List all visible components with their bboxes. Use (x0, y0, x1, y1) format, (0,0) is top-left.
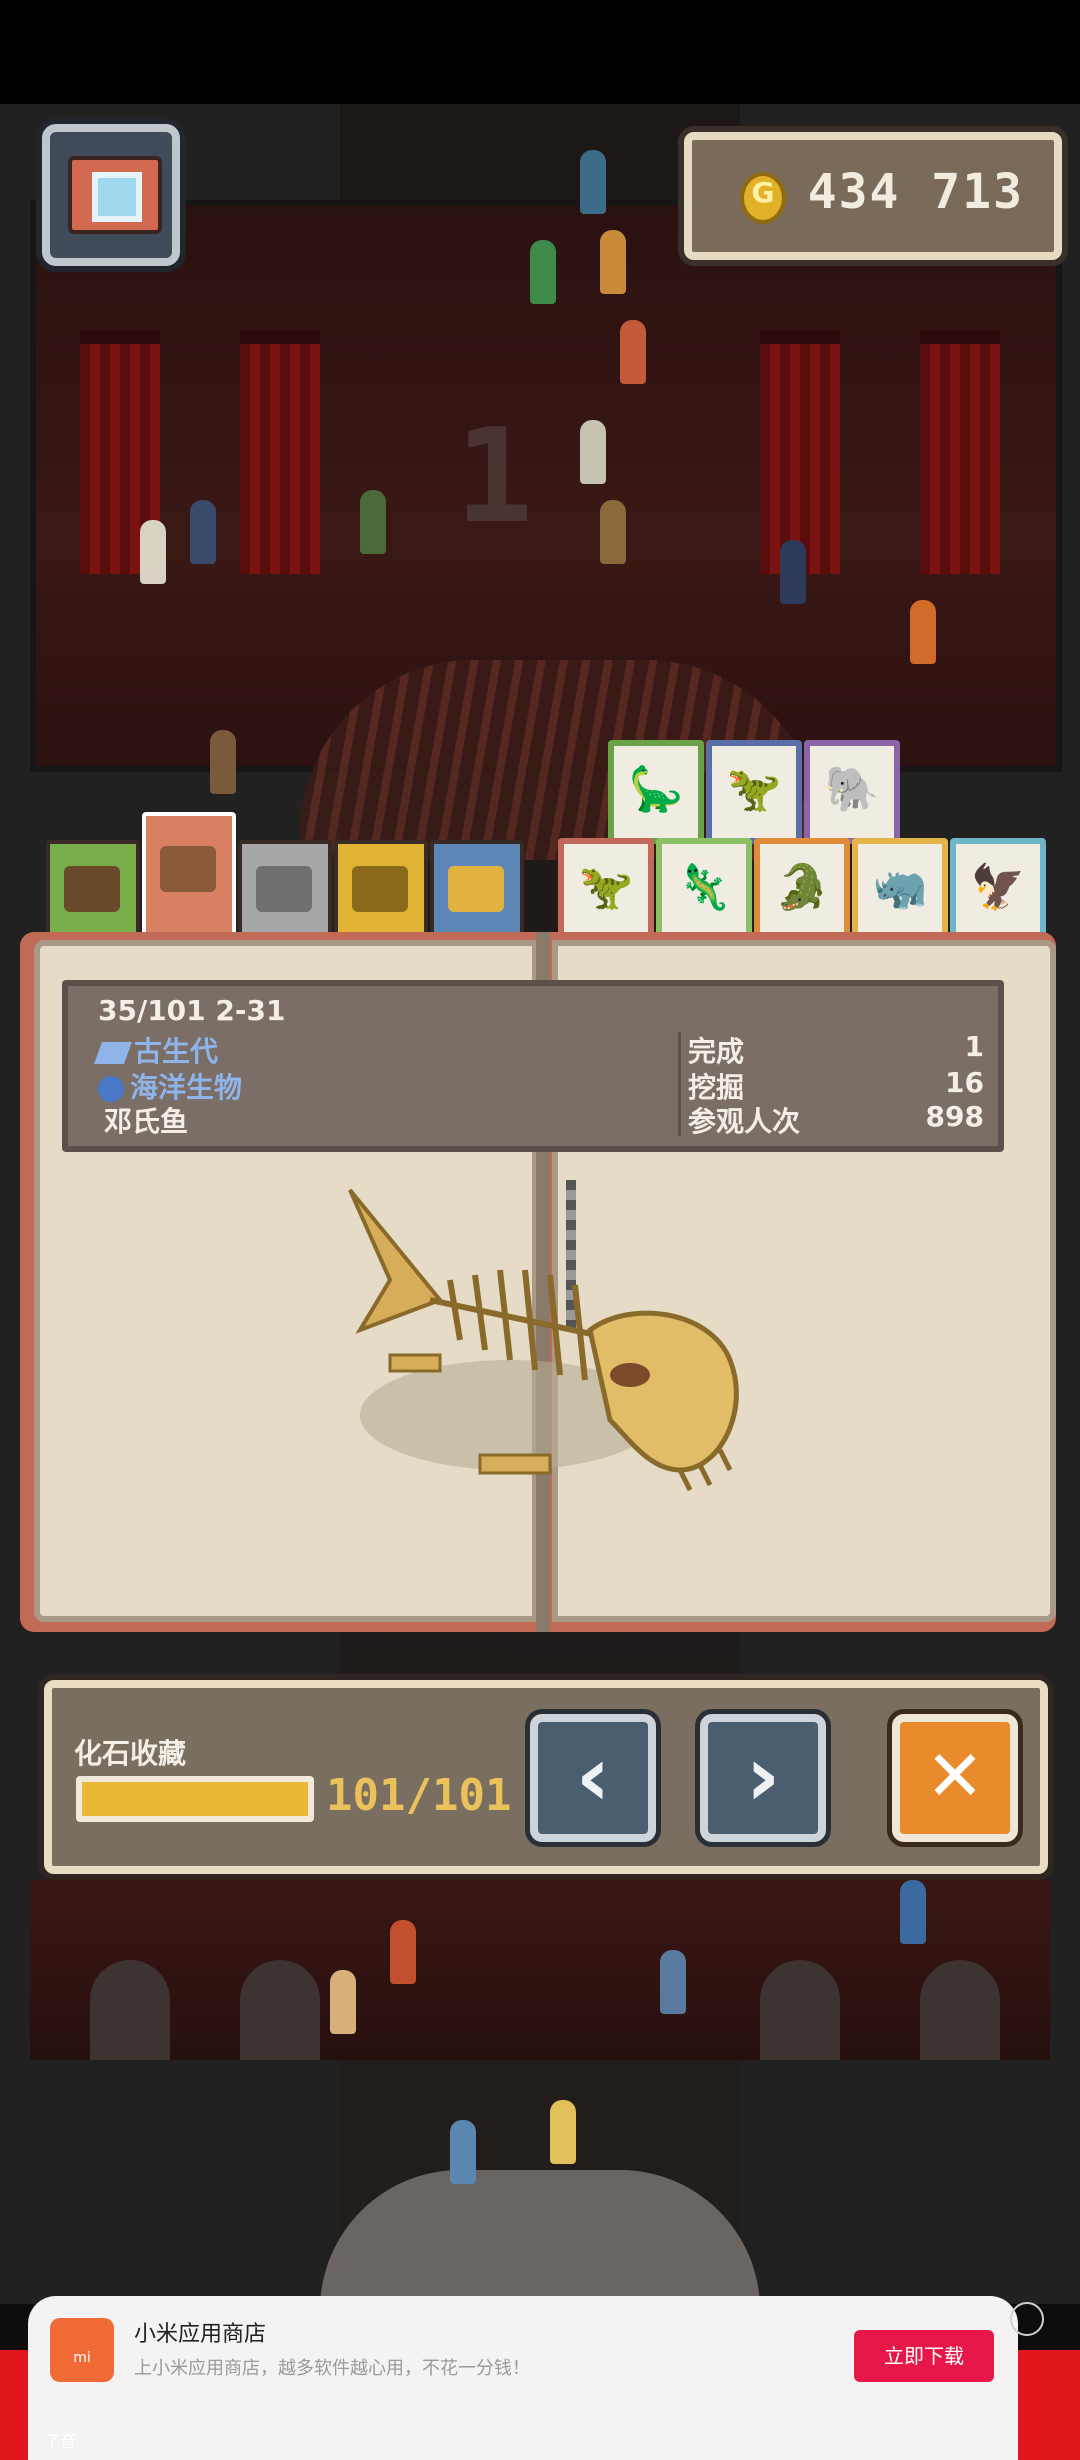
exhibit-case-icon (160, 846, 216, 892)
exhibit-case-icon (256, 866, 312, 912)
visitor (360, 490, 386, 554)
pterosaur-icon: 🦅 (970, 862, 1026, 913)
chevron-left-icon: ‹ (575, 1727, 611, 1825)
ad-download-button[interactable]: 立即下载 (854, 2330, 994, 2382)
fossil-tail (348, 1188, 444, 1334)
chevron-right-icon: › (745, 1727, 781, 1825)
ad-title: 小米应用商店 (134, 2322, 267, 2347)
collection-count: 101/101 (326, 1770, 512, 1821)
stat-label-visitors: 参观人次 (688, 1105, 801, 1138)
iguanodon-icon: 🦎 (676, 862, 732, 913)
raptor-icon: 🦖 (726, 764, 782, 815)
stat-label-completed: 完成 (688, 1035, 745, 1068)
raptor-tab[interactable]: 🦖 (706, 740, 802, 844)
visitor (580, 150, 606, 214)
status-bar (0, 0, 1080, 104)
visitor (450, 2120, 476, 2184)
visitor (550, 2100, 576, 2164)
sauropod-icon: 🦕 (628, 764, 684, 815)
collection-label: 化石收藏 (74, 1737, 187, 1770)
stegosaurus-tab[interactable]: 🐊 (754, 838, 850, 942)
coin-counter: G 434 713 (684, 132, 1062, 260)
next-button[interactable]: › (700, 1714, 826, 1842)
collection-control-bar: 化石收藏 101/101 ‹ › ✕ (44, 1680, 1048, 1874)
collection-progress-fill (82, 1782, 308, 1816)
barrel-tab[interactable] (46, 840, 140, 940)
fossil-ribs (429, 1269, 621, 1381)
stat-value-excavated: 16 (945, 1066, 984, 1099)
museum-entrance-sign (320, 2170, 760, 2310)
archway (90, 1960, 170, 2060)
pterosaur-tab[interactable]: 🦅 (950, 838, 1046, 942)
era-icon (93, 1042, 133, 1064)
camera-button[interactable] (42, 124, 180, 266)
archway (920, 1960, 1000, 2060)
fossil-head (587, 1310, 739, 1473)
ad-description: 上小米应用商店，越多软件越心用，不花一分钱！ (134, 2358, 530, 2379)
coin-icon: G (740, 172, 786, 224)
gray-exhibit-tab[interactable] (238, 840, 332, 940)
archway (240, 1960, 320, 2060)
fossil-bone-fragment (388, 1353, 442, 1373)
red-curtain (920, 330, 1000, 574)
prev-button[interactable]: ‹ (530, 1714, 656, 1842)
collection-progress (76, 1776, 314, 1822)
fossil-name: 邓氏鱼 (104, 1105, 189, 1138)
visitor (620, 320, 646, 384)
ocean-icon (98, 1076, 124, 1102)
visitor (580, 420, 606, 484)
archway (760, 1960, 840, 2060)
close-button[interactable]: ✕ (892, 1714, 1018, 1842)
red-curtain (240, 330, 320, 574)
divider (678, 1032, 681, 1136)
ad-app-logo: mi (50, 2318, 114, 2382)
iguanodon-tab[interactable]: 🦎 (656, 838, 752, 942)
dunkleosteus-fossil (348, 1188, 739, 1492)
fossil-bone-fragment (478, 1453, 552, 1475)
mammoth-tab[interactable]: 🐘 (804, 740, 900, 844)
blue-exhibit-tab[interactable] (430, 840, 524, 940)
trex-tab[interactable]: 🦖 (558, 838, 654, 942)
mammoth-icon: 🐘 (824, 764, 880, 815)
visitor (390, 1920, 416, 1984)
close-icon: ✕ (925, 1735, 985, 1817)
fossil-index: 35/101 2-31 (98, 994, 286, 1027)
coin-value: 434 713 (807, 164, 1024, 220)
exhibit-case-icon (448, 866, 504, 912)
visitor (210, 730, 236, 794)
trex-icon: 🦖 (578, 862, 634, 913)
triceratops-tab[interactable]: 🦏 (852, 838, 948, 942)
fossil-era: 古生代 (93, 1030, 218, 1070)
gold-exhibit-tab[interactable] (334, 840, 428, 940)
camera-icon (68, 156, 162, 234)
ad-close-icon[interactable] (1010, 2302, 1044, 2336)
visitor (900, 1880, 926, 1944)
stat-value-visitors: 898 (925, 1100, 984, 1133)
visitor (140, 520, 166, 584)
fossil-eye (610, 1363, 650, 1387)
visitor (530, 240, 556, 304)
triceratops-icon: 🦏 (872, 862, 928, 913)
red-exhibit-tab[interactable] (142, 812, 236, 940)
sauropod-tab[interactable]: 🦕 (608, 740, 704, 844)
fossil-info-panel: 35/101 2-31 古生代 海洋生物 邓氏鱼 完成 挖掘 参观人次 1 16… (62, 980, 1004, 1152)
visitor (330, 1970, 356, 2034)
floor-number: 1 (455, 400, 534, 552)
red-curtain (760, 330, 840, 574)
stat-value-completed: 1 (964, 1030, 984, 1063)
visitor (600, 230, 626, 294)
exhibit-hall-bottom (30, 1880, 1050, 2060)
visitor (190, 500, 216, 564)
visitor (780, 540, 806, 604)
visitor (600, 500, 626, 564)
stegosaurus-icon: 🐊 (774, 862, 830, 913)
ad-banner[interactable]: mi 小米应用商店 上小米应用商店，越多软件越心用，不花一分钱！ 立即下载 (28, 2296, 1018, 2460)
ad-brand-label: 了音 (44, 2432, 77, 2451)
exhibit-case-icon (352, 866, 408, 912)
visitor (660, 1950, 686, 2014)
visitor (910, 600, 936, 664)
barrel-icon (64, 866, 120, 912)
camera-lens (92, 172, 142, 222)
